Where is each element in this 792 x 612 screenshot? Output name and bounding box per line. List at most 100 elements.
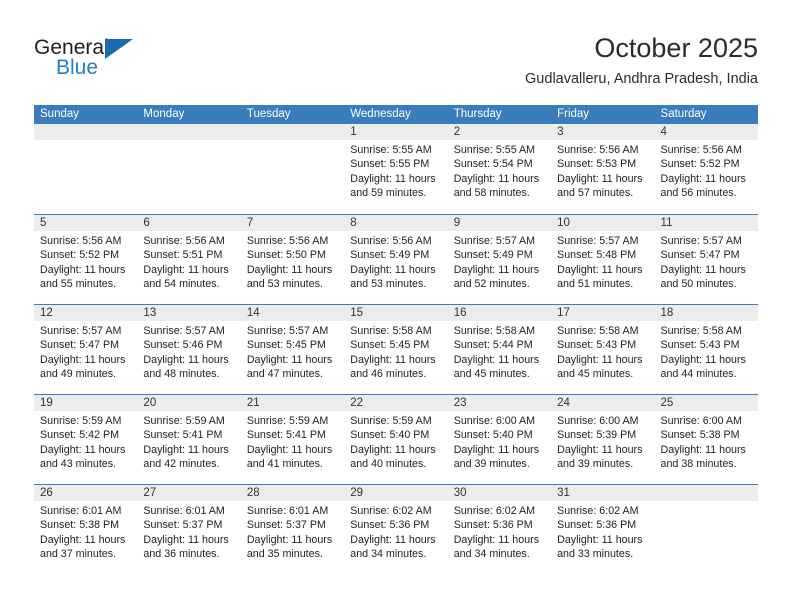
day-details: Sunrise: 6:02 AM Sunset: 5:36 PM Daylight:… [344, 501, 447, 561]
day-detail-line: Daylight: 11 hours [660, 172, 746, 185]
day-detail-line: Sunset: 5:38 PM [40, 519, 120, 532]
day-detail-line: and 50 minutes. [660, 277, 737, 290]
calendar-day-cell[interactable]: 5 Sunrise: 5:56 AM Sunset: 5:52 PM Daylight… [34, 215, 138, 304]
day-detail-line: Sunset: 5:54 PM [453, 158, 533, 171]
day-detail-line: Sunrise: 6:01 AM [40, 505, 122, 517]
day-detail-line: Sunrise: 5:55 AM [350, 144, 432, 156]
day-detail-line: Daylight: 11 hours [143, 353, 229, 366]
calendar-cell-empty [654, 485, 758, 574]
day-detail-line: Sunrise: 6:01 AM [246, 505, 329, 517]
day-detail-line: Sunrise: 5:57 AM [660, 235, 742, 247]
day-number: 31 [551, 485, 655, 501]
calendar-day-cell[interactable]: 16 Sunrise: 5:58 AM Sunset: 5:44 PM Dayligh… [447, 305, 552, 394]
day-of-week-wednesday: Wednesday [350, 108, 411, 120]
day-detail-line: Sunset: 5:47 PM [660, 249, 740, 262]
day-details: Sunrise: 6:00 AM Sunset: 5:39 PM Daylight:… [551, 411, 654, 471]
day-detail-line: Sunset: 5:49 PM [453, 249, 533, 262]
calendar-day-cell[interactable]: 2 Sunrise: 5:55 AM Sunset: 5:54 PM Daylight… [447, 124, 552, 214]
day-details: Sunrise: 5:58 AM Sunset: 5:43 PM Daylight:… [655, 321, 758, 381]
calendar-day-cell[interactable]: 24 Sunrise: 6:00 AM Sunset: 5:39 PM Dayligh… [551, 395, 655, 484]
calendar-day-cell[interactable]: 9 Sunrise: 5:57 AM Sunset: 5:49 PM Daylight… [447, 215, 552, 304]
calendar-day-cell[interactable]: 29 Sunrise: 6:02 AM Sunset: 5:36 PM Dayligh… [344, 485, 448, 574]
calendar-day-cell[interactable]: 31 Sunrise: 6:02 AM Sunset: 5:36 PM Dayligh… [551, 485, 655, 574]
day-details: Sunrise: 5:57 AM Sunset: 5:49 PM Daylight:… [448, 231, 551, 291]
day-detail-line: and 55 minutes. [40, 277, 117, 290]
day-number: 5 [34, 215, 138, 231]
day-number: 20 [137, 395, 241, 411]
day-detail-line: Sunset: 5:49 PM [350, 249, 430, 262]
day-detail-line: and 34 minutes. [453, 547, 530, 560]
calendar-day-cell[interactable]: 11 Sunrise: 5:57 AM Sunset: 5:47 PM Dayligh… [654, 215, 758, 304]
day-detail-line: Sunset: 5:37 PM [246, 519, 326, 532]
calendar-day-cell[interactable]: 30 Sunrise: 6:02 AM Sunset: 5:36 PM Dayligh… [447, 485, 552, 574]
day-detail-line: Sunset: 5:43 PM [660, 339, 740, 352]
day-detail-line: Daylight: 11 hours [40, 443, 126, 456]
day-number: 29 [344, 485, 448, 501]
day-number: 27 [137, 485, 241, 501]
day-detail-line: Sunset: 5:40 PM [453, 429, 533, 442]
calendar-day-cell[interactable]: 26 Sunrise: 6:01 AM Sunset: 5:38 PM Dayligh… [34, 485, 138, 574]
calendar-day-cell[interactable]: 13 Sunrise: 5:57 AM Sunset: 5:46 PM Dayligh… [137, 305, 241, 394]
day-detail-line: Sunrise: 5:55 AM [453, 144, 536, 156]
day-detail-line: and 36 minutes. [143, 547, 220, 560]
calendar-week-row: 19 Sunrise: 5:59 AM Sunset: 5:42 PM Dayligh… [34, 394, 758, 484]
brand-logo[interactable]: General Blue [34, 36, 234, 92]
day-details: Sunrise: 6:01 AM Sunset: 5:37 PM Daylight:… [241, 501, 344, 561]
calendar-day-cell[interactable]: 14 Sunrise: 5:57 AM Sunset: 5:45 PM Dayligh… [240, 305, 345, 394]
day-details: Sunrise: 5:57 AM Sunset: 5:48 PM Daylight:… [551, 231, 654, 291]
day-details: Sunrise: 5:56 AM Sunset: 5:52 PM Daylight:… [34, 231, 137, 291]
day-detail-line: Daylight: 11 hours [246, 533, 333, 546]
day-details: Sunrise: 5:57 AM Sunset: 5:45 PM Daylight:… [241, 321, 344, 381]
day-number: 11 [654, 215, 758, 231]
day-of-week-sunday: Sunday [40, 108, 80, 120]
day-details: Sunrise: 5:55 AM Sunset: 5:54 PM Daylight:… [448, 140, 551, 200]
calendar-day-cell[interactable]: 20 Sunrise: 5:59 AM Sunset: 5:41 PM Dayligh… [137, 395, 241, 484]
day-detail-line: Sunset: 5:52 PM [40, 249, 120, 262]
title-block: October 2025 Gudlavalleru, Andhra Prades… [525, 32, 758, 88]
calendar-day-cell[interactable]: 15 Sunrise: 5:58 AM Sunset: 5:45 PM Dayligh… [344, 305, 448, 394]
day-of-week-tuesday: Tuesday [246, 108, 291, 120]
day-details: Sunrise: 5:59 AM Sunset: 5:42 PM Daylight:… [34, 411, 137, 471]
calendar-day-cell[interactable]: 12 Sunrise: 5:57 AM Sunset: 5:47 PM Dayligh… [34, 305, 138, 394]
calendar-day-cell[interactable]: 27 Sunrise: 6:01 AM Sunset: 5:37 PM Dayligh… [137, 485, 241, 574]
calendar-day-cell[interactable]: 21 Sunrise: 5:59 AM Sunset: 5:41 PM Dayligh… [240, 395, 345, 484]
calendar-day-cell[interactable]: 28 Sunrise: 6:01 AM Sunset: 5:37 PM Dayligh… [240, 485, 345, 574]
calendar-day-cell[interactable]: 22 Sunrise: 5:59 AM Sunset: 5:40 PM Dayligh… [344, 395, 448, 484]
calendar-day-cell[interactable]: 23 Sunrise: 6:00 AM Sunset: 5:40 PM Dayligh… [447, 395, 552, 484]
day-detail-line: Sunrise: 5:56 AM [40, 235, 122, 247]
day-detail-line: Sunrise: 5:59 AM [143, 415, 225, 427]
day-detail-line: Sunset: 5:41 PM [143, 429, 223, 442]
day-detail-line: Daylight: 11 hours [246, 443, 333, 456]
day-detail-line: Daylight: 11 hours [40, 533, 126, 546]
day-detail-line: Sunrise: 6:01 AM [143, 505, 225, 517]
calendar-cell-empty [34, 124, 138, 214]
calendar-page: General Blue October 2025 Gudlavalleru, … [0, 0, 792, 612]
calendar-day-cell[interactable]: 3 Sunrise: 5:56 AM Sunset: 5:53 PM Daylight… [551, 124, 655, 214]
calendar-day-cell[interactable]: 7 Sunrise: 5:56 AM Sunset: 5:50 PM Daylight… [240, 215, 345, 304]
day-details: Sunrise: 5:57 AM Sunset: 5:47 PM Daylight:… [655, 231, 758, 291]
calendar-day-cell[interactable]: 17 Sunrise: 5:58 AM Sunset: 5:43 PM Dayligh… [551, 305, 655, 394]
calendar-day-cell[interactable]: 6 Sunrise: 5:56 AM Sunset: 5:51 PM Daylight… [137, 215, 241, 304]
day-detail-line: Sunrise: 5:59 AM [350, 415, 432, 427]
calendar-day-cell[interactable]: 19 Sunrise: 5:59 AM Sunset: 5:42 PM Dayligh… [34, 395, 138, 484]
calendar-day-cell[interactable]: 4 Sunrise: 5:56 AM Sunset: 5:52 PM Daylight… [654, 124, 758, 214]
day-detail-line: Daylight: 11 hours [453, 443, 540, 456]
day-detail-line: and 45 minutes. [453, 367, 530, 380]
day-detail-line: Daylight: 11 hours [453, 533, 540, 546]
day-number: 22 [344, 395, 448, 411]
day-detail-line: Daylight: 11 hours [660, 263, 746, 276]
day-detail-line: Sunrise: 5:56 AM [350, 235, 432, 247]
day-detail-line: Daylight: 11 hours [246, 353, 333, 366]
day-detail-line: Sunrise: 5:59 AM [246, 415, 329, 427]
calendar-day-cell[interactable]: 25 Sunrise: 6:00 AM Sunset: 5:38 PM Dayligh… [654, 395, 758, 484]
day-of-week-friday: Friday [557, 108, 590, 120]
calendar-day-cell[interactable]: 1 Sunrise: 5:55 AM Sunset: 5:55 PM Daylight… [344, 124, 448, 214]
calendar-day-cell[interactable]: 18 Sunrise: 5:58 AM Sunset: 5:43 PM Dayligh… [654, 305, 758, 394]
calendar-day-cell[interactable]: 8 Sunrise: 5:56 AM Sunset: 5:49 PM Daylight… [344, 215, 448, 304]
day-detail-line: Sunrise: 5:57 AM [40, 325, 122, 337]
day-details: Sunrise: 5:58 AM Sunset: 5:44 PM Daylight:… [448, 321, 551, 381]
day-detail-line: Daylight: 11 hours [40, 263, 126, 276]
day-number: 1 [344, 124, 448, 140]
day-detail-line: Daylight: 11 hours [350, 263, 436, 276]
calendar-day-cell[interactable]: 10 Sunrise: 5:57 AM Sunset: 5:48 PM Dayligh… [551, 215, 655, 304]
